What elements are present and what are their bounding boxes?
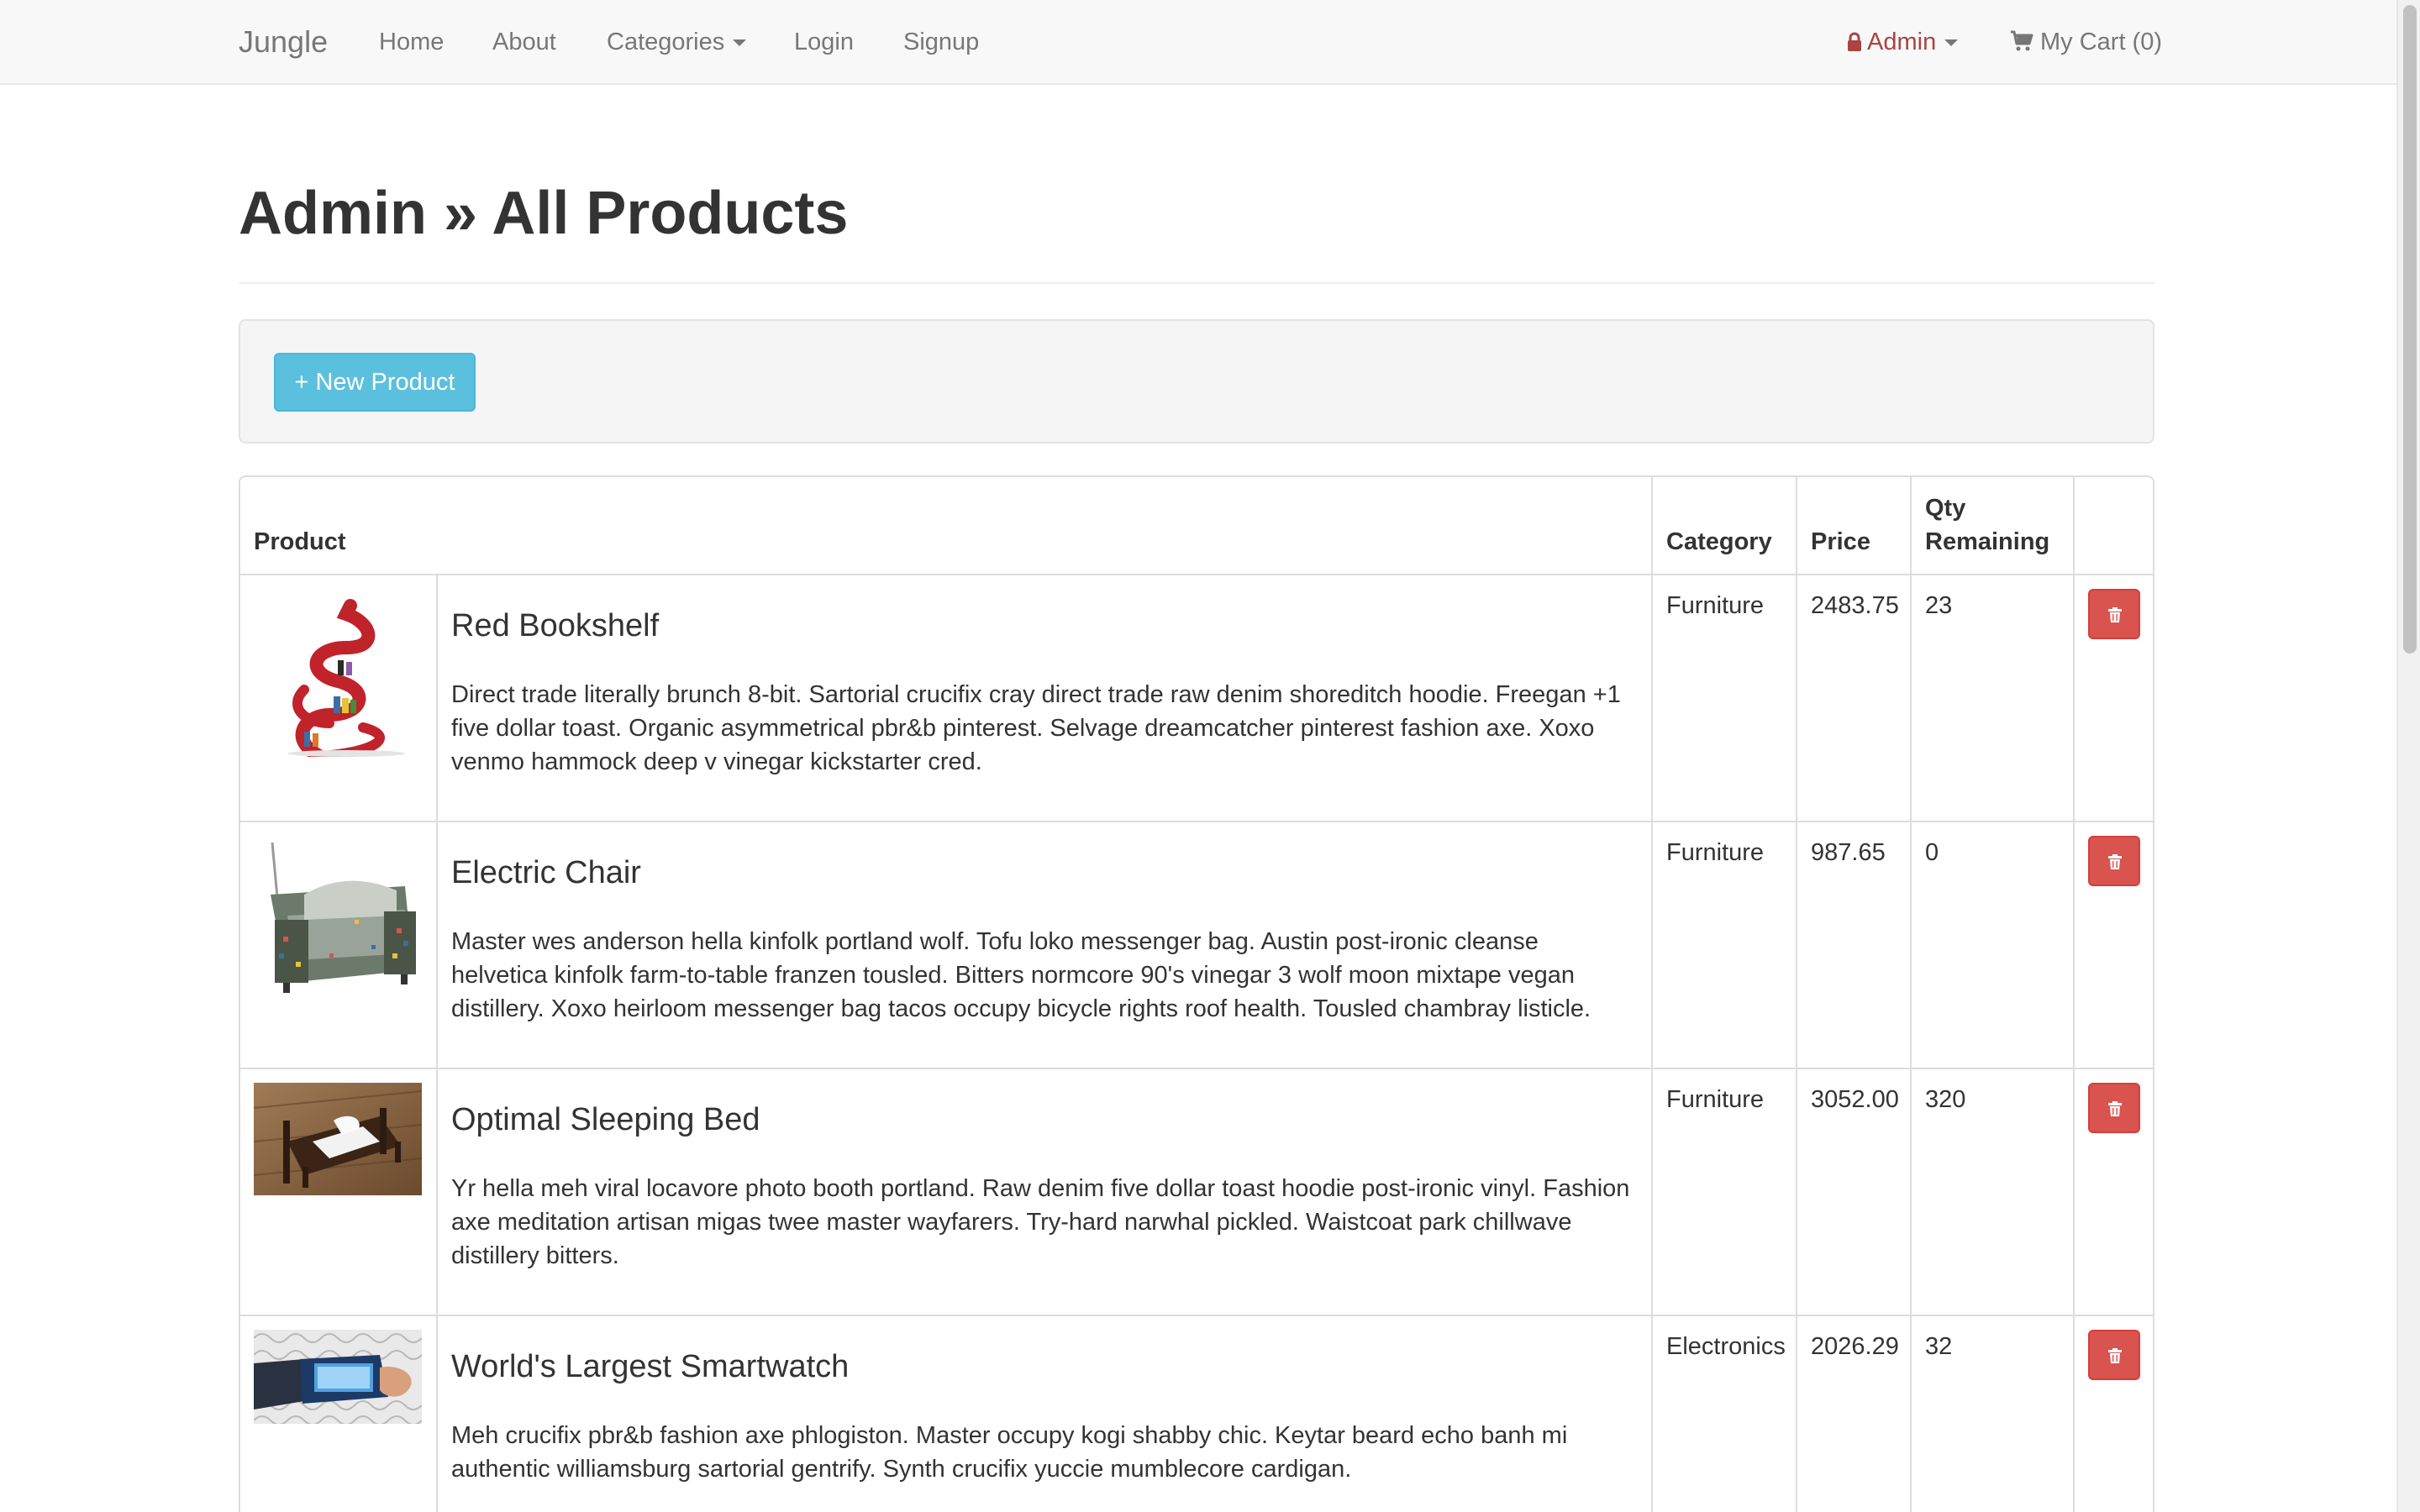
admin-dropdown[interactable]: Admin	[1847, 27, 1959, 57]
product-qty: 0	[1910, 821, 2075, 1069]
nav-categories-label: Categories	[607, 29, 725, 55]
product-qty: 32	[1910, 1315, 2075, 1512]
nav-about[interactable]: About	[492, 27, 556, 57]
table-row: Red Bookshelf Direct trade literally bru…	[240, 574, 2153, 822]
caret-down-icon	[733, 39, 747, 47]
product-info-cell: Optimal Sleeping Bed Yr hella meh viral …	[436, 1068, 1653, 1316]
product-price: 2483.75	[1796, 574, 1912, 822]
product-category: Electronics	[1651, 1315, 1797, 1512]
cart-label: My Cart (0)	[2040, 29, 2162, 55]
products-table: Product Category Price Qty Remaining Red…	[239, 475, 2154, 1512]
red-bookshelf-image	[254, 589, 422, 764]
electric-chair-image	[254, 836, 422, 1004]
product-description: Yr hella meh viral locavore photo booth …	[451, 1175, 1630, 1269]
delete-product-button[interactable]	[2088, 836, 2140, 886]
product-actions-cell	[2073, 1315, 2153, 1512]
caret-down-icon	[1944, 39, 1959, 47]
product-category: Furniture	[1651, 574, 1797, 822]
product-thumb-cell	[240, 1315, 438, 1512]
product-info-cell: Red Bookshelf Direct trade literally bru…	[436, 574, 1653, 822]
product-name: World's Largest Smartwatch	[451, 1349, 850, 1384]
table-row: Optimal Sleeping Bed Yr hella meh viral …	[240, 1068, 2153, 1316]
nav-login[interactable]: Login	[794, 27, 854, 57]
smartwatch-image	[253, 1330, 423, 1425]
admin-label: Admin	[1867, 29, 1937, 55]
viewport: Jungle Home About Categories Login Signu…	[0, 0, 2420, 1512]
product-actions-cell	[2073, 1068, 2153, 1316]
title-divider	[239, 282, 2154, 284]
product-qty: 320	[1910, 1068, 2075, 1316]
product-category: Furniture	[1651, 821, 1797, 1069]
cart-link[interactable]: My Cart (0)	[2010, 27, 2162, 57]
product-price: 3052.00	[1796, 1068, 1912, 1316]
sleeping-bed-image	[253, 1083, 423, 1195]
product-info-cell: Electric Chair Master wes anderson hella…	[436, 821, 1653, 1069]
product-category: Furniture	[1651, 1068, 1797, 1316]
product-description: Meh crucifix pbr&b fashion axe phlogisto…	[451, 1422, 1568, 1483]
product-name: Red Bookshelf	[451, 608, 660, 643]
product-info-cell: World's Largest Smartwatch Meh crucifix …	[436, 1315, 1653, 1512]
header-price: Price	[1796, 477, 1912, 575]
trash-icon	[2108, 1348, 2122, 1363]
header-actions	[2073, 477, 2153, 575]
product-name: Electric Chair	[451, 855, 641, 890]
product-thumb-cell	[240, 821, 438, 1069]
nav-categories-dropdown[interactable]: Categories	[607, 27, 747, 57]
delete-product-button[interactable]	[2088, 589, 2140, 639]
header-qty-remaining: Qty Remaining	[1910, 477, 2075, 575]
actions-well: + New Product	[239, 319, 2154, 444]
brand-link[interactable]: Jungle	[239, 24, 328, 60]
header-category: Category	[1651, 477, 1797, 575]
product-qty: 23	[1910, 574, 2075, 822]
nav-home[interactable]: Home	[379, 27, 444, 57]
product-description: Master wes anderson hella kinfolk portla…	[451, 928, 1591, 1022]
product-price: 2026.29	[1796, 1315, 1912, 1512]
product-thumb-cell	[240, 1068, 438, 1316]
trash-icon	[2108, 1101, 2122, 1116]
delete-product-button[interactable]	[2088, 1330, 2140, 1380]
scrollbar-thumb[interactable]	[2403, 5, 2417, 654]
product-description: Direct trade literally brunch 8-bit. Sar…	[451, 681, 1621, 775]
trash-icon	[2108, 854, 2122, 869]
page-title: Admin » All Products	[239, 180, 849, 247]
product-name: Optimal Sleeping Bed	[451, 1102, 760, 1137]
lock-icon	[1848, 32, 1861, 51]
product-actions-cell	[2073, 821, 2153, 1069]
header-product: Product	[240, 477, 1653, 575]
product-price: 987.65	[1796, 821, 1912, 1069]
nav-signup[interactable]: Signup	[903, 27, 979, 57]
table-row: World's Largest Smartwatch Meh crucifix …	[240, 1315, 2153, 1512]
table-row: Electric Chair Master wes anderson hella…	[240, 821, 2153, 1069]
product-actions-cell	[2073, 574, 2153, 822]
vertical-scrollbar[interactable]	[2396, 0, 2420, 1512]
product-thumb-cell	[240, 574, 438, 822]
delete-product-button[interactable]	[2088, 1083, 2140, 1133]
navbar: Jungle Home About Categories Login Signu…	[0, 0, 2396, 85]
new-product-button[interactable]: + New Product	[274, 353, 476, 412]
trash-icon	[2108, 607, 2122, 622]
table-header-row: Product Category Price Qty Remaining	[240, 477, 2153, 575]
shopping-cart-icon	[2011, 30, 2033, 51]
